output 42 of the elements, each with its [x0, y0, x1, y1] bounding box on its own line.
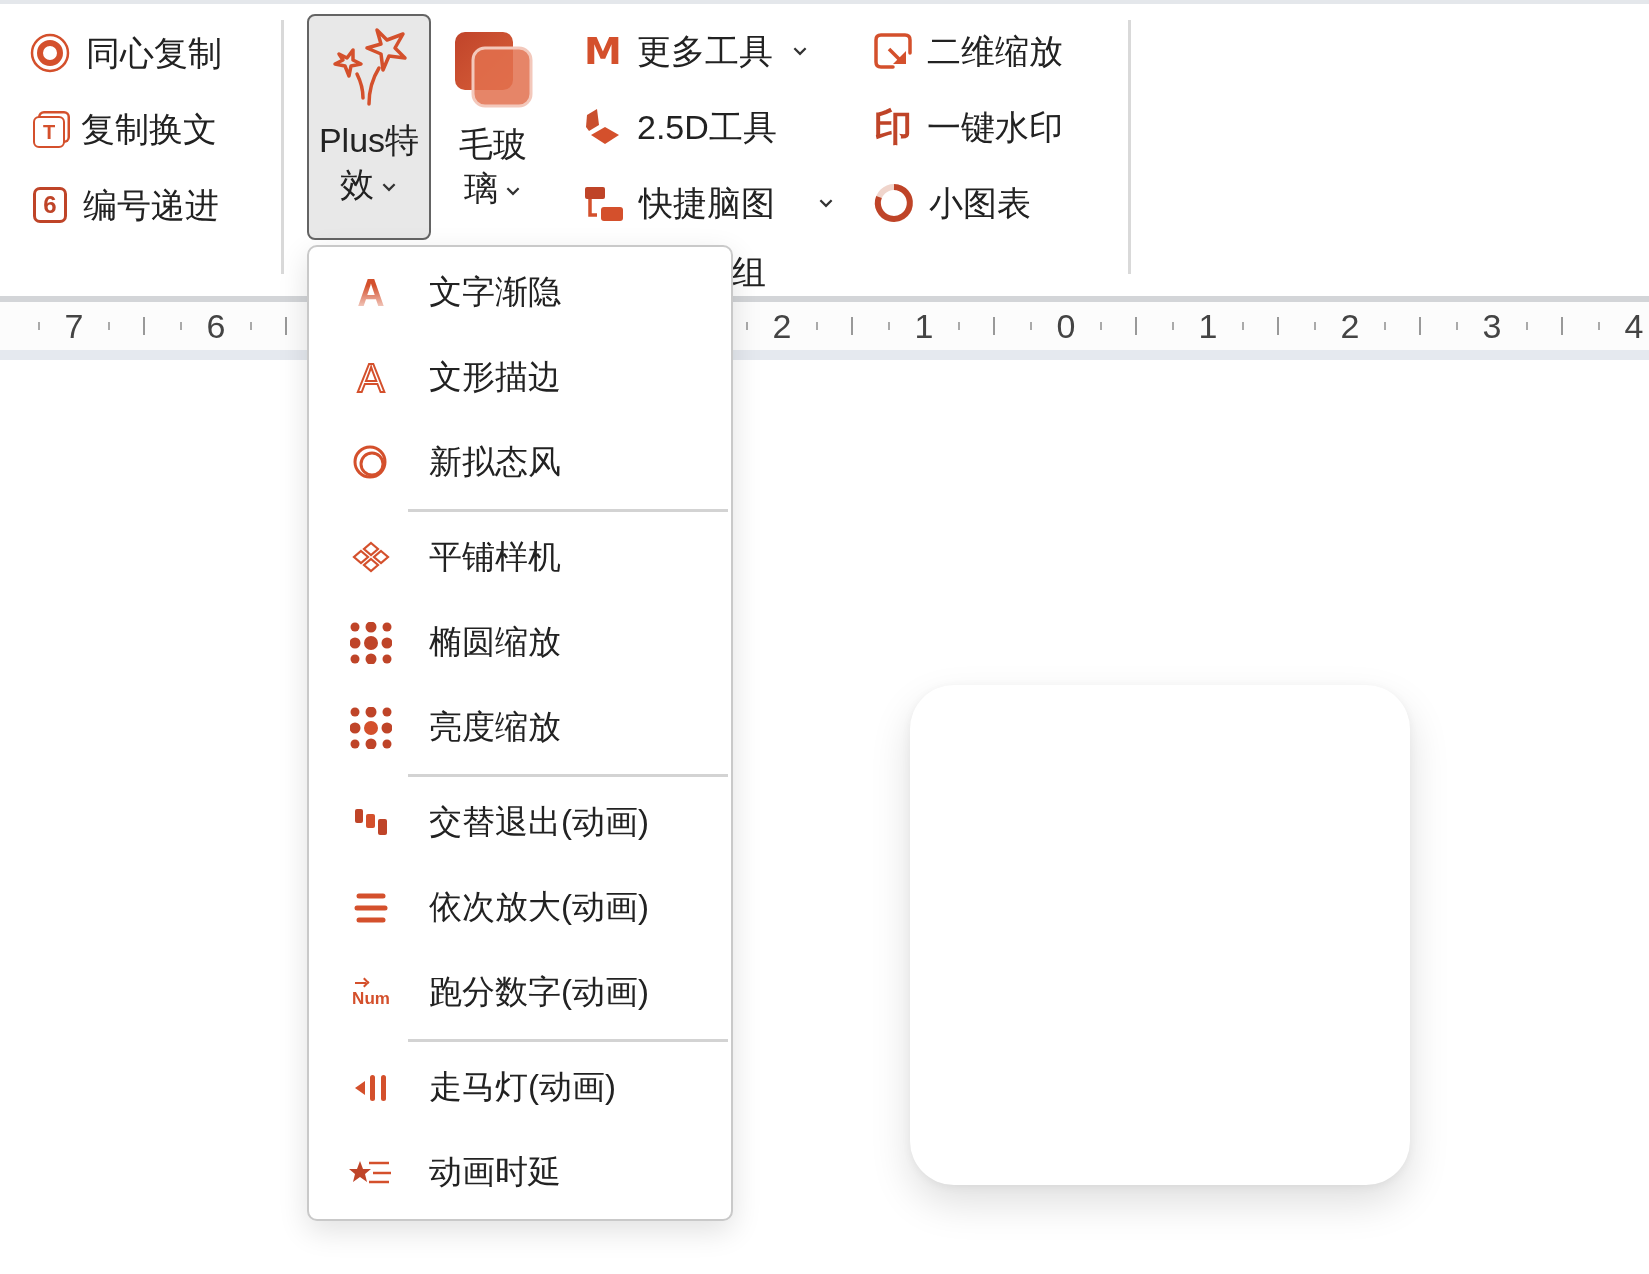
ruler-number: 1 — [1198, 306, 1218, 346]
menu-item[interactable]: A 文字渐隐 — [309, 250, 731, 335]
resize-arrow-icon — [873, 31, 913, 71]
character-icon: 印 — [873, 108, 913, 146]
ribbon-large-button[interactable]: Plus特效 — [307, 14, 431, 240]
ruler-number: 4 — [1624, 306, 1644, 346]
dot-grid-icon — [350, 621, 392, 664]
menu-item[interactable]: A 文形描边 — [309, 335, 731, 420]
group-label: 组 — [732, 253, 766, 291]
concentric-circle-icon — [30, 33, 70, 73]
ribbon-button[interactable]: T 复制换文 — [30, 91, 281, 167]
ruler-number: 0 — [1056, 306, 1076, 346]
ruler-number: 1 — [914, 306, 934, 346]
menu-item[interactable]: 亮度缩放 — [309, 685, 731, 770]
ribbon-button[interactable]: 同心复制 — [30, 15, 281, 91]
ruler-number: 3 — [1482, 306, 1502, 346]
ruler-number: 7 — [64, 306, 84, 346]
numbered-square-icon: 6 — [33, 187, 67, 223]
ribbon-button[interactable]: 快捷脑图 — [583, 165, 873, 241]
menu-item[interactable]: 新拟态风 — [309, 420, 731, 505]
ribbon-button[interactable]: 6 编号递进 — [30, 167, 281, 243]
outlined-letter-icon: A — [357, 357, 385, 398]
ribbon-button[interactable]: 小图表 — [873, 165, 1063, 241]
ribbon-button[interactable]: 二维缩放 — [873, 13, 1063, 89]
letter-icon: M — [583, 32, 623, 70]
ribbon-large-button[interactable]: 毛玻璃 — [443, 18, 543, 212]
ruler-number: 2 — [772, 306, 792, 346]
menu-item[interactable]: Num 跑分数字(动画) — [309, 950, 731, 1035]
menu-item[interactable]: 动画时延 — [309, 1130, 731, 1215]
ruler-number: 6 — [206, 306, 226, 346]
menu-item[interactable]: 交替退出(动画) — [309, 780, 731, 865]
ribbon-button[interactable]: M 更多工具 — [583, 13, 873, 89]
ruler-number: 2 — [1340, 306, 1360, 346]
menu-item[interactable]: 依次放大(动画) — [309, 865, 731, 950]
ribbon-button[interactable]: 2.5D工具 — [583, 89, 873, 165]
fading-letter-icon: A — [357, 273, 385, 312]
donut-chart-icon — [873, 182, 915, 224]
dot-grid-icon — [350, 706, 392, 749]
menu-item[interactable]: 走马灯(动画) — [309, 1045, 731, 1130]
ribbon-button[interactable]: 印 一键水印 — [873, 89, 1063, 165]
menu-item[interactable]: 椭圆缩放 — [309, 600, 731, 685]
menu-item[interactable]: 平铺样机 — [309, 515, 731, 600]
